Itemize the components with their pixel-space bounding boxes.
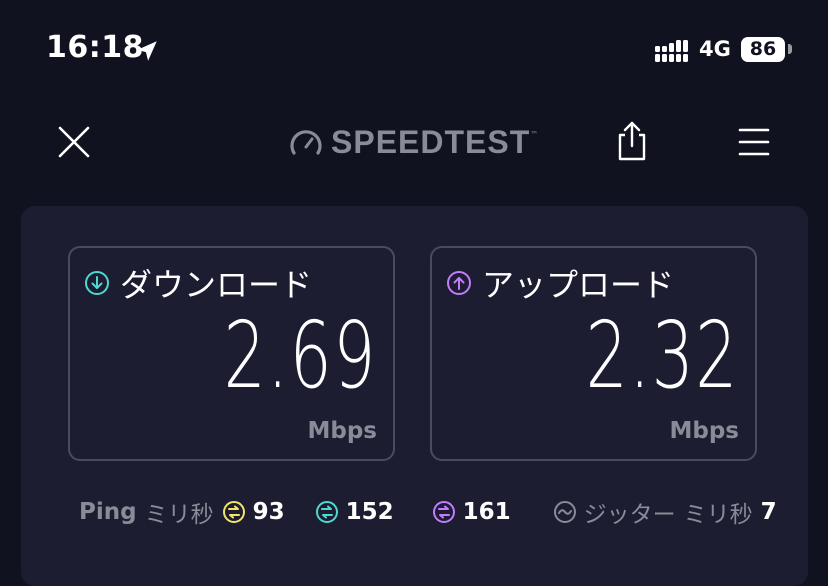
ping-row: Ping ミリ秒 93 152 161 ジッター ミリ秒 7 [79,494,799,530]
speedtest-logo: SPEEDTEST ™ [289,124,538,161]
ping-label: Ping [79,499,137,525]
battery-nub [788,44,792,54]
download-speed-value: 2.69 [223,302,377,409]
download-title: ダウンロード [120,266,313,304]
jitter-label: ジッター [583,502,676,528]
ping-idle-value: 93 [252,499,285,525]
results-panel: ダウンロード 2.69 Mbps アップロード 2.32 Mbps Ping ミ… [21,206,808,586]
menu-button[interactable] [734,112,774,172]
network-type: 4G [699,37,731,61]
jitter-value: 7 [760,499,777,525]
close-icon [58,126,90,158]
upload-speed-value: 2.32 [585,302,739,409]
upload-arrow-icon [447,271,471,295]
logo-trademark: ™ [530,130,539,139]
ping-idle: 93 [222,499,285,525]
battery-indicator: 86 [741,37,785,62]
jitter-icon [553,501,576,523]
ping-idle-icon [222,501,245,523]
logo-text: SPEEDTEST [331,124,531,160]
jitter-unit: ミリ秒 [683,502,753,528]
ping-upload-icon [432,501,455,523]
status-bar: 16:18 4G 86 [0,0,828,100]
location-arrow-icon [137,41,157,61]
share-icon [618,121,646,161]
speedometer-icon [290,129,322,155]
ping-unit: ミリ秒 [144,502,214,528]
download-header: ダウンロード [84,260,312,306]
download-unit: Mbps [307,418,377,444]
status-time: 16:18 [46,30,144,65]
ping-download-value: 152 [345,499,394,525]
download-card[interactable]: ダウンロード 2.69 Mbps [68,246,395,461]
jitter: ジッター ミリ秒 7 [553,495,777,529]
hamburger-menu-icon [738,128,770,156]
share-button[interactable] [612,110,652,172]
download-arrow-icon [85,271,109,295]
ping-download: 152 [315,499,394,525]
upload-card[interactable]: アップロード 2.32 Mbps [430,246,757,461]
upload-title: アップロード [482,266,675,304]
upload-unit: Mbps [669,418,739,444]
close-button[interactable] [54,112,94,172]
ping-upload-value: 161 [462,499,511,525]
ping-upload: 161 [432,499,511,525]
top-nav: SPEEDTEST ™ [0,110,828,174]
ping-download-icon [315,501,338,523]
cellular-signal-icon [655,40,688,62]
upload-header: アップロード [446,260,674,306]
